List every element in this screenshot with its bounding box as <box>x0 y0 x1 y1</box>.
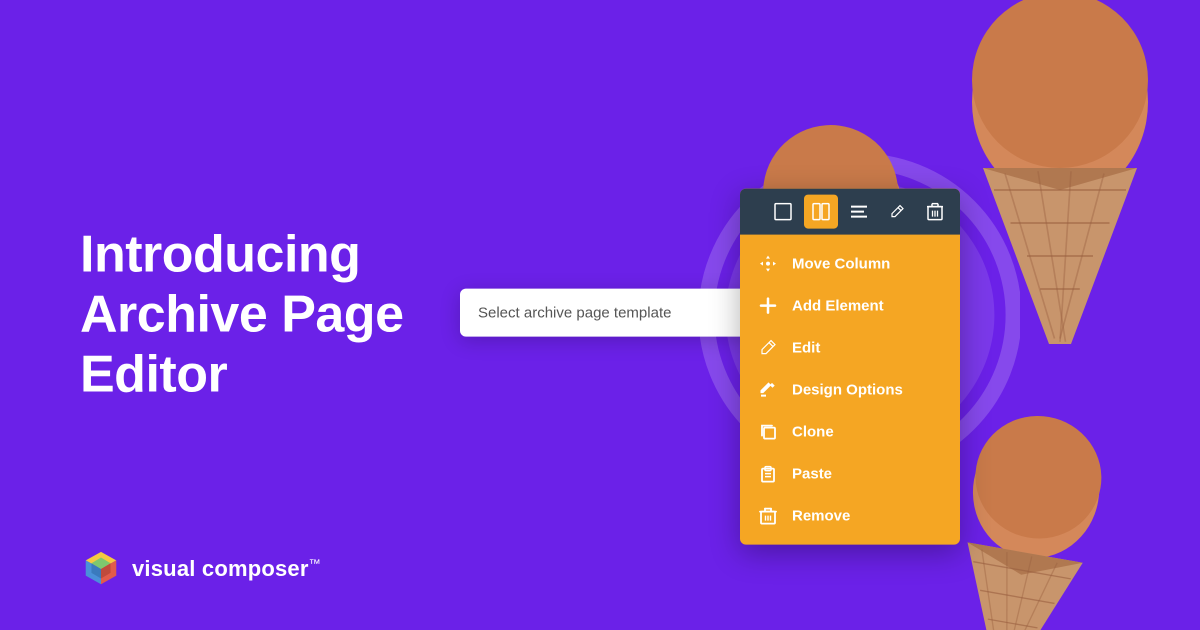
edit-label: Edit <box>792 339 820 356</box>
logo-text: visual composer™ <box>132 556 321 582</box>
add-element-label: Add Element <box>792 297 884 314</box>
logo-icon <box>80 548 122 590</box>
edit-icon <box>758 338 778 358</box>
cone-top-right <box>950 0 1170 270</box>
delete-trash-button[interactable] <box>918 195 952 229</box>
menu-item-edit[interactable]: Edit <box>740 327 960 369</box>
add-element-icon <box>758 296 778 316</box>
app: W <box>0 0 1200 630</box>
clone-icon <box>758 422 778 442</box>
menu-item-remove[interactable]: Remove <box>740 495 960 537</box>
paste-icon <box>758 464 778 484</box>
remove-label: Remove <box>792 507 850 524</box>
menu-items-list: Move Column Add Element <box>740 235 960 545</box>
menu-toolbar <box>740 189 960 235</box>
column-layout-2-button[interactable] <box>804 195 838 229</box>
design-options-icon <box>758 380 778 400</box>
menu-item-move-column[interactable]: Move Column <box>740 243 960 285</box>
paste-label: Paste <box>792 465 832 482</box>
design-options-label: Design Options <box>792 381 903 398</box>
clone-label: Clone <box>792 423 834 440</box>
context-menu: Move Column Add Element <box>740 189 960 545</box>
edit-pencil-button[interactable] <box>880 195 914 229</box>
main-title: Introducing Archive Page Editor <box>80 225 404 404</box>
dropdown-placeholder: Select archive page template <box>478 304 671 321</box>
logo-area: visual composer™ <box>80 548 321 590</box>
menu-item-design-options[interactable]: Design Options <box>740 369 960 411</box>
menu-item-clone[interactable]: Clone <box>740 411 960 453</box>
column-layout-1-button[interactable] <box>766 195 800 229</box>
align-text-button[interactable] <box>842 195 876 229</box>
move-column-icon <box>758 254 778 274</box>
menu-item-add-element[interactable]: Add Element <box>740 285 960 327</box>
remove-icon <box>758 506 778 526</box>
menu-item-paste[interactable]: Paste <box>740 453 960 495</box>
center-ui: Move Column Add Element <box>460 289 960 337</box>
left-content: Introducing Archive Page Editor <box>80 225 404 404</box>
move-column-label: Move Column <box>792 255 890 272</box>
